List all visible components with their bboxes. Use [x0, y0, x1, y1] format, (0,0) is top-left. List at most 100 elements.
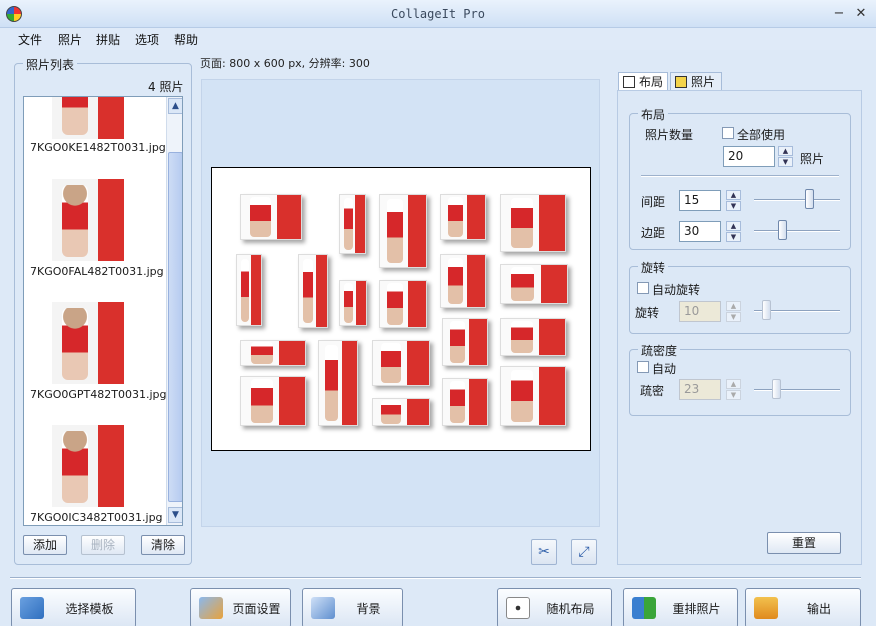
select-template-button[interactable]: 选择模板 [11, 588, 136, 626]
page-setup-button[interactable]: 页面设置 [190, 588, 291, 626]
page-setup-label: 页面设置 [232, 602, 281, 616]
page-info: 页面: 800 x 600 px, 分辨率: 300 [200, 57, 370, 70]
density-slider-thumb[interactable] [772, 379, 781, 399]
delete-photo-button[interactable]: 删除 [81, 535, 125, 555]
photo-thumbnail[interactable] [52, 425, 124, 507]
collage-tile[interactable] [500, 264, 568, 304]
photo-list[interactable]: 7KGO0KE1482T0031.jpg 7KGO0FAL482T0031.jp… [23, 96, 183, 526]
rotation-legend: 旋转 [638, 259, 669, 276]
spacing-slider-track[interactable] [754, 199, 840, 201]
collage-tile[interactable] [339, 194, 366, 254]
density-slider-track[interactable] [754, 389, 840, 391]
photo-count-spinner[interactable]: ▲ ▼ [778, 146, 793, 167]
fit-to-window-icon[interactable]: ⤢ [571, 539, 597, 565]
use-all-label: 全部使用 [737, 128, 786, 142]
margin-label: 边距 [641, 226, 666, 240]
tab-layout-label: 布局 [639, 75, 664, 89]
scroll-down-icon[interactable]: ▼ [168, 507, 182, 523]
auto-rotate-checkbox[interactable] [637, 282, 649, 294]
background-icon [311, 597, 335, 619]
rotation-label: 旋转 [635, 306, 660, 320]
export-button[interactable]: 输出 [745, 588, 861, 626]
minimize-button[interactable]: − [830, 5, 848, 23]
photo-list-scrollbar[interactable]: ▲ ▼ [166, 97, 182, 525]
collage-tile[interactable] [379, 194, 427, 268]
collage-preview[interactable] [211, 167, 591, 451]
spacing-field[interactable]: 15 [679, 190, 721, 211]
collage-tile[interactable] [240, 376, 306, 426]
margin-field[interactable]: 30 [679, 221, 721, 242]
menu-options[interactable]: 选项 [135, 31, 159, 48]
title-bar: CollageIt Pro − ✕ [0, 0, 876, 28]
collage-tile[interactable] [240, 194, 302, 240]
collage-tile[interactable] [318, 340, 358, 426]
random-layout-button[interactable]: 随机布局 [497, 588, 612, 626]
collage-tile[interactable] [236, 254, 262, 326]
collage-tile[interactable] [372, 398, 430, 426]
menu-help[interactable]: 帮助 [174, 31, 198, 48]
collage-tile[interactable] [500, 194, 566, 252]
density-field[interactable]: 23 [679, 379, 721, 400]
spacing-slider-thumb[interactable] [805, 189, 814, 209]
margin-spinner[interactable]: ▲ ▼ [726, 221, 741, 242]
photo-thumbnail[interactable] [52, 179, 124, 261]
collage-tile[interactable] [298, 254, 328, 328]
photo-count-label: 照片数量 [645, 128, 694, 142]
photo-filename: 7KGO0GPT482T0031.jpg [30, 388, 167, 401]
background-button[interactable]: 背景 [302, 588, 403, 626]
menu-file[interactable]: 文件 [18, 31, 42, 48]
refresh-icon [632, 597, 656, 619]
tab-layout[interactable]: 布局 [618, 72, 668, 92]
photo-icon [675, 76, 687, 88]
auto-rotate-label: 自动旋转 [652, 283, 701, 297]
menu-photo[interactable]: 照片 [58, 31, 82, 48]
scroll-up-icon[interactable]: ▲ [168, 98, 182, 114]
collage-tile[interactable] [440, 254, 486, 308]
random-layout-label: 随机布局 [546, 602, 595, 616]
photo-filename: 7KGO0IC3482T0031.jpg [30, 511, 163, 524]
collage-tile[interactable] [379, 280, 427, 328]
crop-icon[interactable]: ✂ [531, 539, 557, 565]
rotation-group: 旋转 [629, 259, 851, 334]
photo-count-label: 4 照片 [148, 80, 184, 94]
close-button[interactable]: ✕ [852, 5, 870, 23]
margin-slider-track[interactable] [754, 230, 840, 232]
collage-tile[interactable] [500, 318, 566, 356]
tab-photo-label: 照片 [691, 75, 716, 89]
reset-button[interactable]: 重置 [767, 532, 841, 554]
scroll-thumb[interactable] [168, 152, 182, 502]
use-all-checkbox[interactable] [722, 127, 734, 139]
collage-tile[interactable] [240, 340, 306, 366]
photo-filename: 7KGO0FAL482T0031.jpg [30, 265, 164, 278]
template-icon [20, 597, 44, 619]
density-spinner[interactable]: ▲ ▼ [726, 379, 741, 400]
export-icon [754, 597, 778, 619]
tab-photo[interactable]: 照片 [670, 72, 722, 92]
menu-collage[interactable]: 拼贴 [96, 31, 120, 48]
collage-tile[interactable] [372, 340, 430, 386]
rearrange-photos-button[interactable]: 重排照片 [623, 588, 738, 626]
export-label: 输出 [806, 602, 831, 616]
photo-thumbnail[interactable] [52, 302, 124, 384]
rotation-spinner[interactable]: ▲ ▼ [726, 301, 741, 322]
rotation-field[interactable]: 10 [679, 301, 721, 322]
spacing-spinner[interactable]: ▲ ▼ [726, 190, 741, 211]
collage-tile[interactable] [339, 280, 367, 326]
photo-count-field[interactable]: 20 [723, 146, 775, 167]
bottom-separator [10, 577, 861, 579]
collage-tile[interactable] [442, 318, 488, 366]
dice-icon [506, 597, 530, 619]
auto-density-checkbox[interactable] [637, 361, 649, 373]
density-legend: 疏密度 [638, 342, 681, 359]
menu-bar: 文件 照片 拼贴 选项 帮助 [0, 28, 876, 50]
rotation-slider-thumb[interactable] [762, 300, 771, 320]
window-title: CollageIt Pro [391, 7, 485, 21]
collage-tile[interactable] [440, 194, 486, 240]
add-photo-button[interactable]: 添加 [23, 535, 67, 555]
collage-tile[interactable] [442, 378, 488, 426]
photo-thumbnail[interactable] [52, 97, 124, 139]
margin-slider-thumb[interactable] [778, 220, 787, 240]
collage-tile[interactable] [500, 366, 566, 426]
clear-photos-button[interactable]: 清除 [141, 535, 185, 555]
density-label: 疏密 [640, 384, 665, 398]
